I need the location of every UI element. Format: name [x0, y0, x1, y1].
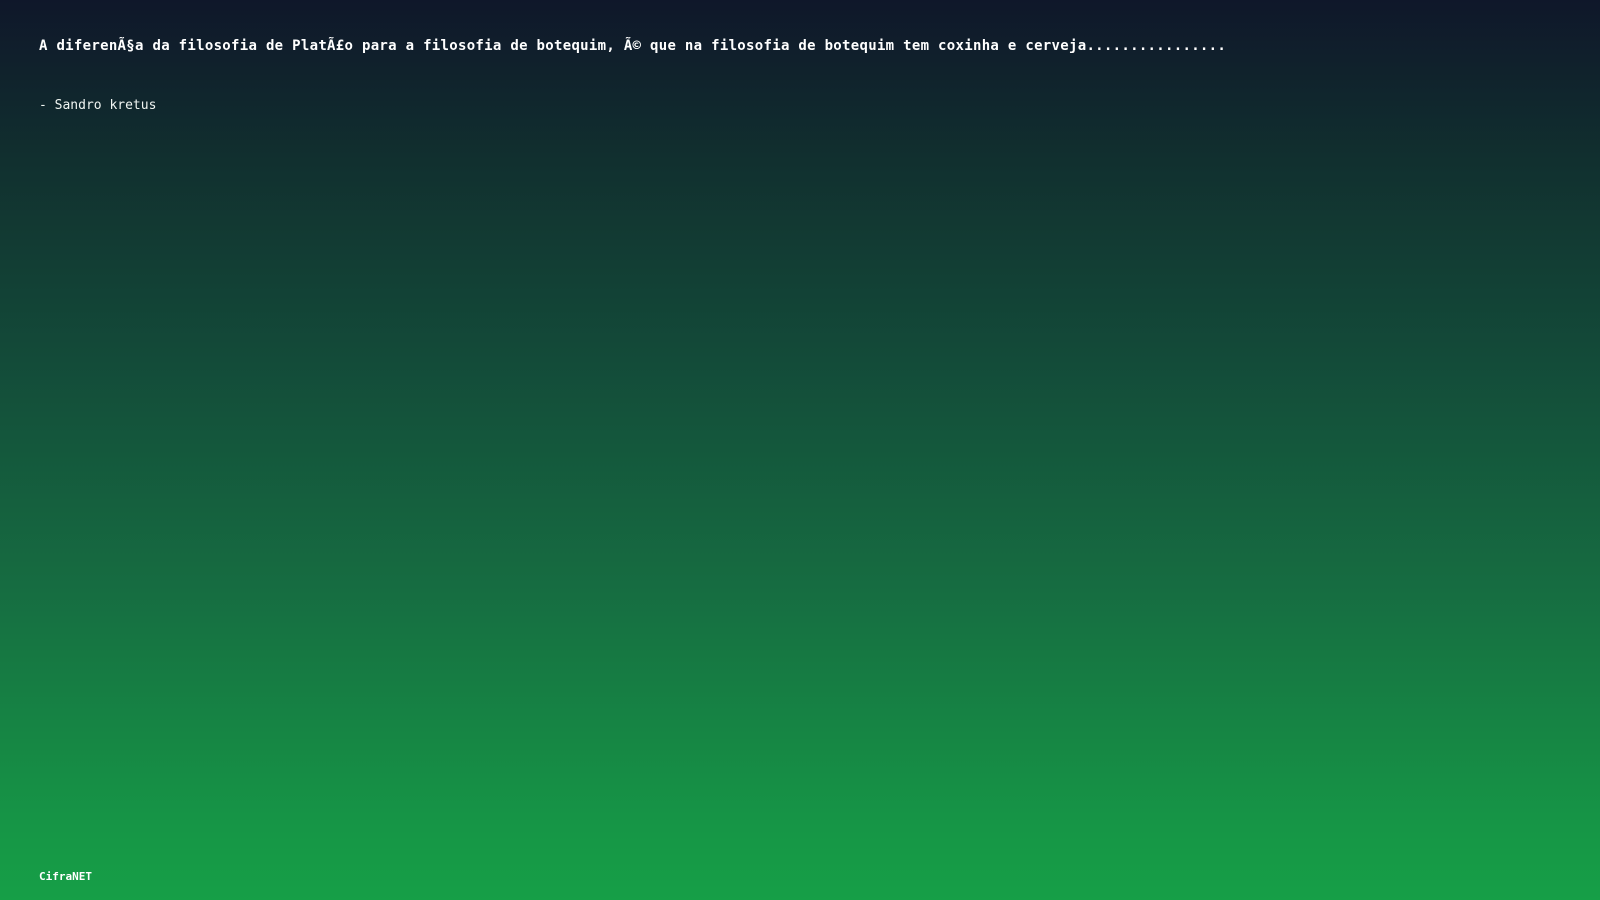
quote-text: A diferenÃ§a da filosofia de PlatÃ£o par…	[39, 38, 1227, 54]
brand-label: CifraNET	[39, 870, 92, 883]
quote-author: - Sandro kretus	[39, 98, 157, 113]
